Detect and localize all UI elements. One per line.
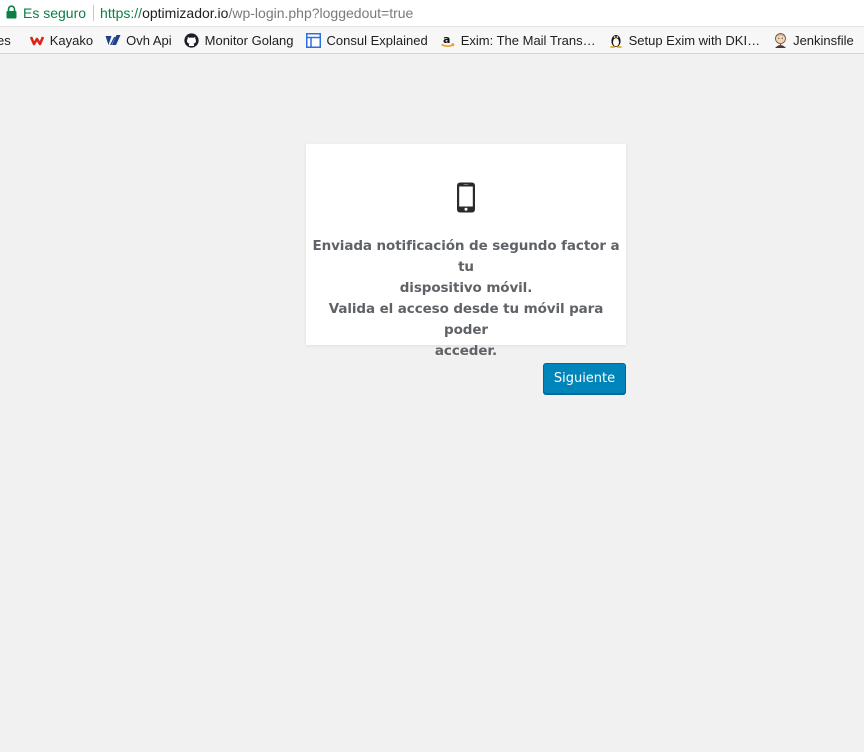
bookmark-consul-explained[interactable]: Consul Explained (300, 29, 434, 51)
bookmarks-bar: es Kayako Ovh Api Monitor Golang (0, 26, 864, 54)
jenkins-icon (772, 32, 788, 48)
bookmark-kayako[interactable]: Kayako (23, 29, 99, 51)
mobile-phone-icon (457, 182, 475, 213)
github-icon (184, 32, 200, 48)
bookmark-label: Setup Exim with DKI… (628, 32, 761, 48)
message-line: Enviada notificación de segundo factor a… (312, 238, 620, 275)
linux-icon (608, 32, 624, 48)
amazon-icon: a (440, 32, 456, 48)
two-factor-message: Enviada notificación de segundo factor a… (306, 236, 626, 362)
message-line: acceder. (434, 343, 498, 359)
bookmark-label: Consul Explained (326, 32, 428, 48)
bookmark-label: Kayako (49, 32, 94, 48)
svg-text:a: a (443, 33, 450, 46)
url-scheme[interactable]: https:// (100, 5, 142, 21)
bookmark-label: es (0, 32, 11, 48)
bookmark-label: Ovh Api (126, 32, 172, 48)
message-line: Valida el acceso desde tu móvil para pod… (328, 301, 604, 338)
kayako-icon (29, 32, 45, 48)
bookmark-setup-exim[interactable]: Setup Exim with DKI… (602, 29, 767, 51)
message-line: dispositivo móvil. (399, 280, 533, 296)
secure-label[interactable]: Es seguro (23, 5, 86, 21)
bookmark-es[interactable]: es (0, 29, 17, 51)
bookmark-label: Exim: The Mail Trans… (460, 32, 596, 48)
url-path[interactable]: /wp-login.php?loggedout=true (228, 5, 413, 21)
bookmark-jenkinsfile[interactable]: Jenkinsfile (766, 29, 860, 51)
lock-icon (6, 5, 17, 19)
bookmark-monitor-golang[interactable]: Monitor Golang (178, 29, 300, 51)
bookmark-ovh-api[interactable]: Ovh Api (99, 29, 178, 51)
url-host[interactable]: optimizador.io (142, 5, 228, 21)
bookmark-label: Monitor Golang (204, 32, 294, 48)
bookmark-label: Jenkinsfile (793, 32, 854, 48)
page-icon (306, 32, 322, 48)
bookmark-exim-mail[interactable]: a Exim: The Mail Trans… (434, 29, 602, 51)
address-bar[interactable]: Es seguro https://optimizador.io/wp-logi… (0, 0, 864, 26)
ovh-icon (105, 32, 121, 48)
next-button[interactable]: Siguiente (543, 363, 626, 394)
address-separator (93, 5, 95, 21)
